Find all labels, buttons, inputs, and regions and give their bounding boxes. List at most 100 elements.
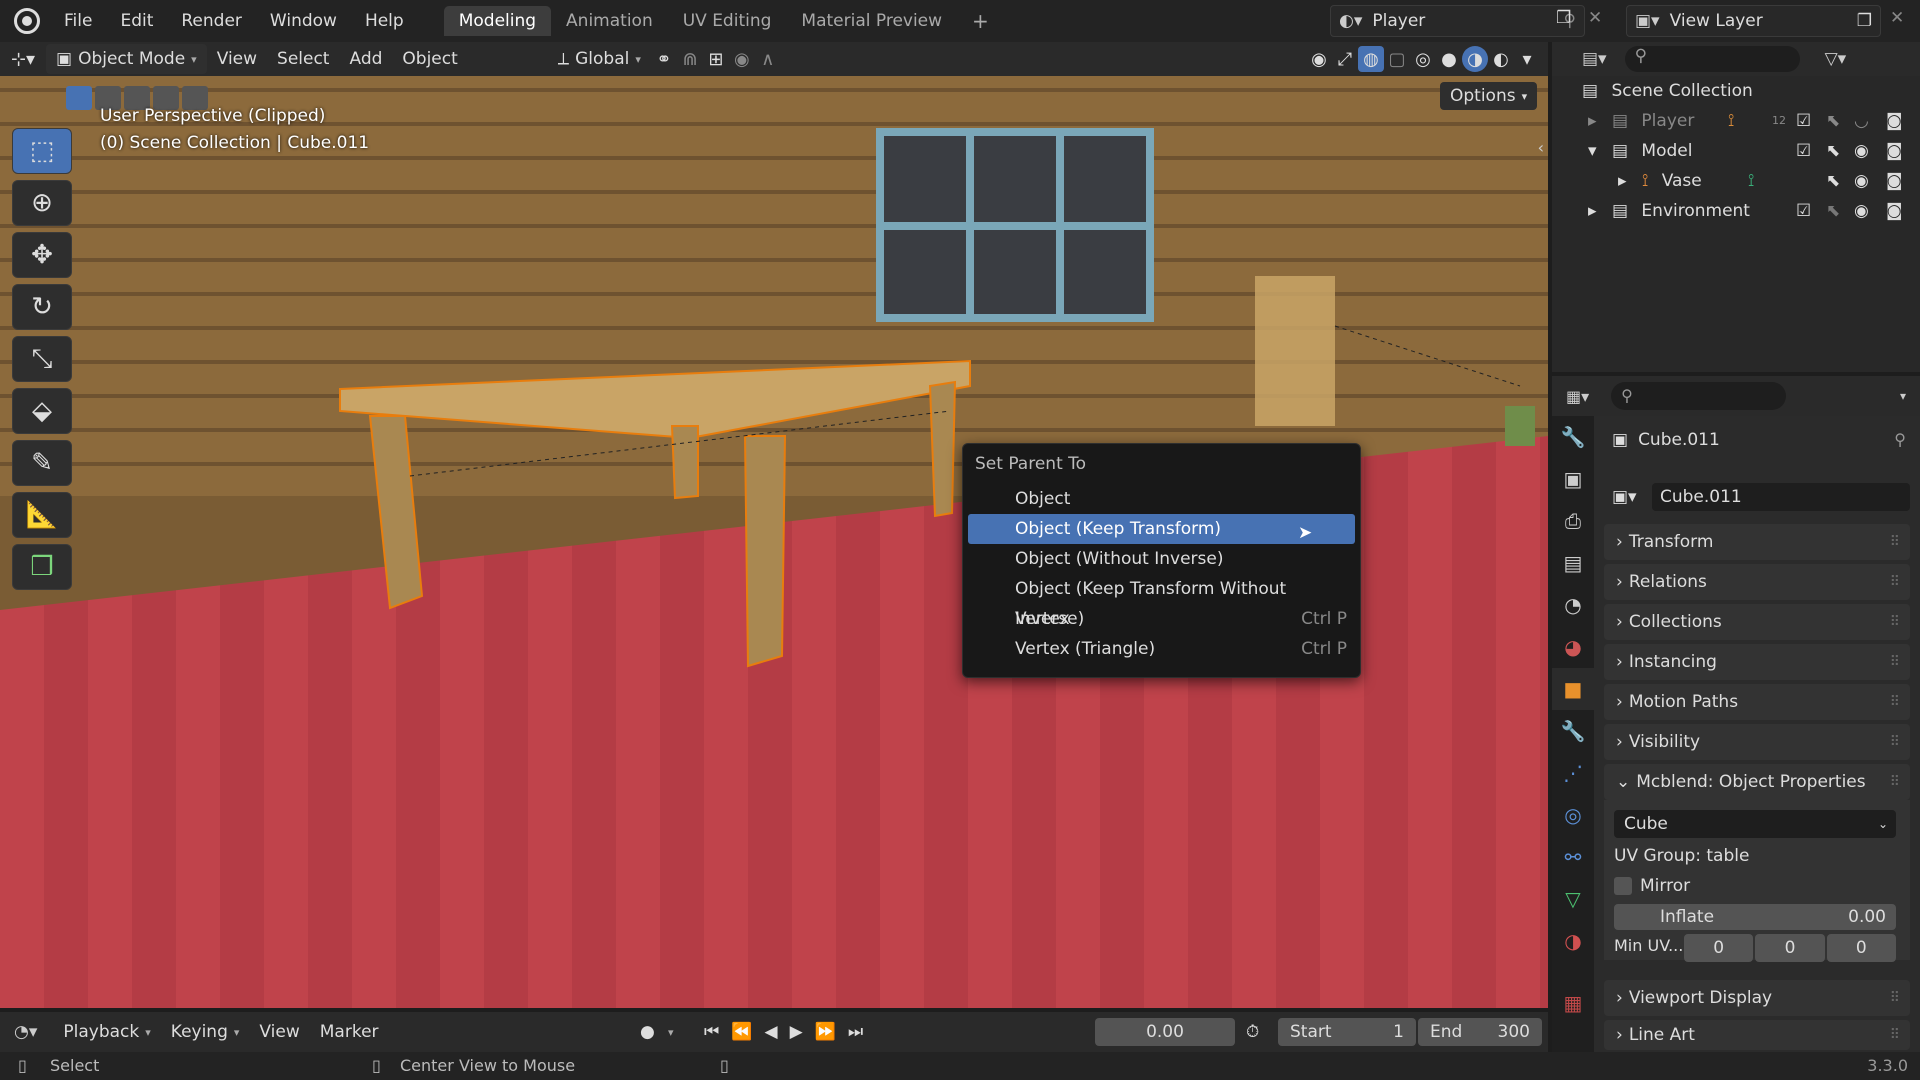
view-layer-tab-icon[interactable]: ▤ (1552, 542, 1594, 584)
menu-add[interactable]: Add (339, 44, 392, 74)
checkbox-icon[interactable] (1614, 877, 1632, 895)
camera-icon[interactable]: ◙ (1886, 136, 1903, 166)
view-layer-name[interactable]: View Layer (1670, 11, 1763, 31)
snap-target-icon[interactable]: ⊞ (703, 46, 729, 72)
cursor-tool-icon[interactable]: ⊕ (12, 180, 72, 226)
prev-keyframe-icon[interactable]: ⏪ (731, 1022, 752, 1042)
rotate-tool-icon[interactable]: ↻ (12, 284, 72, 330)
grip-icon[interactable]: ⠿ (1890, 614, 1900, 630)
marker-menu[interactable]: Marker (310, 1017, 389, 1047)
scene-selector[interactable]: ◐▾ Player ⚲ (1330, 5, 1585, 37)
table-top[interactable] (339, 359, 971, 440)
eye-icon[interactable]: ◉ (1854, 196, 1869, 226)
chevron-down-icon[interactable]: ▾ (1900, 389, 1906, 403)
menu-window[interactable]: Window (256, 0, 351, 42)
data-tab-icon[interactable]: ▽ (1552, 878, 1594, 920)
shading-options-icon[interactable]: ▾ (1514, 46, 1540, 72)
expand-icon[interactable]: ▸ (1588, 111, 1597, 131)
object-data-name-field[interactable]: Cube.011 (1652, 483, 1910, 511)
menu-view[interactable]: View (207, 44, 267, 74)
orientation-dropdown[interactable]: ⟂ Global ▾ (548, 44, 651, 74)
sidebar-toggle-icon[interactable]: ‹ (1538, 138, 1544, 157)
annotate-tool-icon[interactable]: ✎ (12, 440, 72, 486)
checkbox-icon[interactable]: ☑ (1796, 106, 1811, 136)
pivot-icon[interactable]: ⚭ (651, 46, 677, 72)
properties-editor-icon[interactable]: ▦▾ (1566, 387, 1589, 406)
particles-tab-icon[interactable]: ⋰ (1552, 752, 1594, 794)
eye-icon[interactable]: ◉ (1854, 166, 1869, 196)
chair[interactable] (1255, 276, 1335, 426)
min-uv-y-field[interactable]: 0 (1755, 934, 1825, 962)
select-arrow-icon[interactable]: ⬉ (1826, 106, 1840, 136)
outliner-editor-icon[interactable]: ▤▾ (1582, 49, 1607, 69)
jump-end-icon[interactable]: ⏭ (848, 1022, 863, 1042)
measure-tool-icon[interactable]: 📐 (12, 492, 72, 538)
gizmo-icon[interactable]: ⤢ (1332, 46, 1358, 72)
blender-logo-icon[interactable] (14, 8, 40, 34)
vase[interactable] (1505, 406, 1535, 446)
outliner-search-input[interactable]: ⚲ (1624, 46, 1800, 72)
modifier-tab-icon[interactable]: 🔧 (1552, 710, 1594, 752)
texture-tab-icon[interactable]: ▦ (1552, 982, 1594, 1024)
delete-view-layer-icon[interactable]: ✕ (1890, 8, 1904, 28)
scale-tool-icon[interactable]: ⤡ (12, 336, 72, 382)
filter-icon[interactable]: ▽▾ (1825, 49, 1847, 69)
properties-search-input[interactable]: ⚲ (1611, 382, 1787, 410)
menu-item-object-keep-transform[interactable]: Object (Keep Transform) ➤ (968, 514, 1355, 544)
world-tab-icon[interactable]: ◕ (1552, 626, 1594, 668)
tool-tab-icon[interactable]: 🔧 (1552, 416, 1594, 458)
menu-help[interactable]: Help (351, 0, 418, 42)
expand-icon[interactable]: ▸ (1618, 171, 1627, 191)
grip-icon[interactable]: ⠿ (1890, 534, 1900, 550)
select-arrow-icon[interactable]: ⬉ (1826, 196, 1840, 226)
eye-closed-icon[interactable]: ◡ (1854, 106, 1869, 136)
menu-item-object-without-inverse[interactable]: Object (Without Inverse) (968, 544, 1355, 574)
checkbox-icon[interactable]: ☑ (1796, 136, 1811, 166)
table-leg[interactable] (670, 425, 699, 500)
object-type-dropdown[interactable]: Cube ⌄ (1614, 810, 1896, 838)
eye-icon[interactable]: ◉ (1854, 136, 1869, 166)
menu-render[interactable]: Render (167, 0, 256, 42)
record-icon[interactable]: ● (640, 1022, 655, 1042)
stopwatch-icon[interactable]: ⏱ (1246, 1022, 1259, 1042)
material-tab-icon[interactable]: ◑ (1552, 920, 1594, 962)
keying-menu[interactable]: Keying ▾ (161, 1017, 250, 1047)
menu-file[interactable]: File (50, 0, 106, 42)
tab-animation[interactable]: Animation (551, 6, 668, 36)
proportional-edit-icon[interactable]: ◉ (729, 46, 755, 72)
table-leg[interactable] (368, 415, 424, 610)
solid-shading-icon[interactable]: ● (1436, 46, 1462, 72)
constraint-tab-icon[interactable]: ⚯ (1552, 836, 1594, 878)
grip-icon[interactable]: ⠿ (1890, 574, 1900, 590)
menu-object[interactable]: Object (392, 44, 467, 74)
expand-icon[interactable]: ▾ (1588, 141, 1597, 161)
current-frame-field[interactable]: 0.00 (1095, 1018, 1235, 1046)
outliner-row-scene-collection[interactable]: ▤ Scene Collection (1552, 76, 1920, 106)
object-data-selector[interactable]: ▣▾ Cube.011 (1612, 482, 1910, 512)
panel-line-art[interactable]: › Line Art ⠿ (1604, 1020, 1910, 1050)
editor-type-icon[interactable]: ⊹▾ (10, 46, 36, 72)
panel-motion-paths[interactable]: › Motion Paths ⠿ (1604, 684, 1910, 720)
panel-visibility[interactable]: › Visibility ⠿ (1604, 724, 1910, 760)
view-menu[interactable]: View (249, 1017, 309, 1047)
view-layer-selector[interactable]: ▣▾ View Layer ❐ (1626, 5, 1881, 37)
next-keyframe-icon[interactable]: ⏩ (815, 1022, 836, 1042)
mode-dropdown[interactable]: ▣ Object Mode ▾ (46, 44, 207, 74)
inflate-field[interactable]: Inflate 0.00 (1614, 904, 1896, 930)
new-scene-icon[interactable]: ❐ (1556, 8, 1571, 28)
wireframe-shading-icon[interactable]: ◎ (1410, 46, 1436, 72)
select-box-tool-icon[interactable]: ⬚ (12, 128, 72, 174)
grip-icon[interactable]: ⠿ (1890, 734, 1900, 750)
menu-select[interactable]: Select (267, 44, 339, 74)
physics-tab-icon[interactable]: ◎ (1552, 794, 1594, 836)
tab-modeling[interactable]: Modeling (443, 6, 552, 36)
grip-icon[interactable]: ⠿ (1890, 774, 1900, 790)
menu-edit[interactable]: Edit (106, 0, 167, 42)
grip-icon[interactable]: ⠿ (1890, 694, 1900, 710)
options-button[interactable]: Options ▾ (1440, 82, 1538, 110)
min-uv-x-field[interactable]: 0 (1684, 934, 1754, 962)
min-uv-z-field[interactable]: 0 (1826, 934, 1896, 962)
expand-icon[interactable]: ▸ (1588, 201, 1597, 221)
panel-viewport-display[interactable]: › Viewport Display ⠿ (1604, 980, 1910, 1016)
delete-scene-icon[interactable]: ✕ (1588, 8, 1602, 28)
